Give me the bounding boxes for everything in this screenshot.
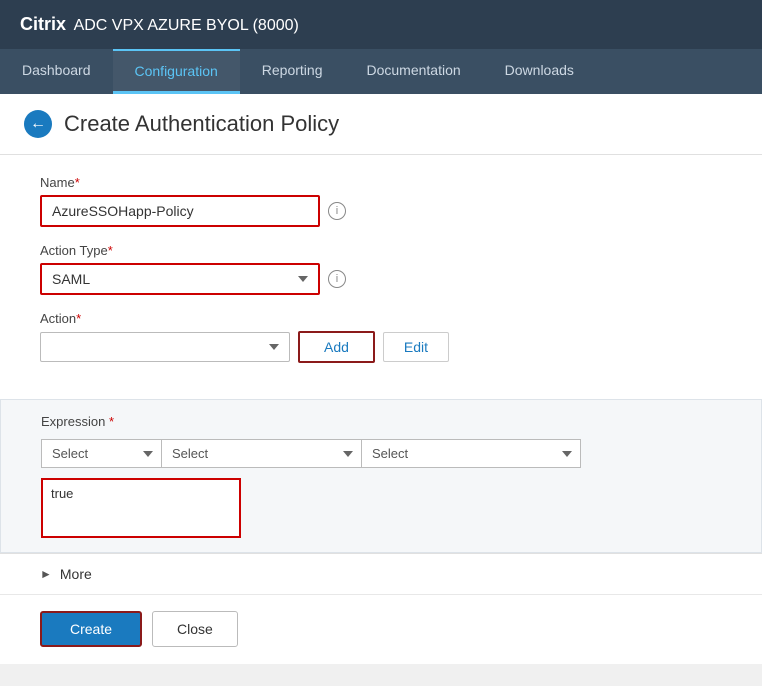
nav-reporting[interactable]: Reporting bbox=[240, 49, 345, 94]
close-button[interactable]: Close bbox=[152, 611, 238, 647]
create-button[interactable]: Create bbox=[40, 611, 142, 647]
page-title: Create Authentication Policy bbox=[64, 111, 339, 137]
expression-textarea[interactable]: true bbox=[41, 478, 241, 538]
name-group: Name* i bbox=[40, 175, 722, 227]
expression-select-row: Select Select Select bbox=[41, 439, 721, 468]
action-select[interactable] bbox=[40, 332, 290, 362]
name-label: Name* bbox=[40, 175, 722, 190]
brand: Citrix ADC VPX AZURE BYOL (8000) bbox=[20, 14, 299, 35]
content-area: ← Create Authentication Policy Name* i A… bbox=[0, 94, 762, 664]
more-arrow-icon: ► bbox=[40, 567, 52, 581]
add-button[interactable]: Add bbox=[298, 331, 375, 363]
page-header: ← Create Authentication Policy bbox=[0, 94, 762, 155]
action-type-select[interactable]: SAML bbox=[40, 263, 320, 295]
expression-section: Expression * Select Select Select true bbox=[0, 399, 762, 553]
more-toggle[interactable]: ► More bbox=[40, 566, 722, 582]
back-button[interactable]: ← bbox=[24, 110, 52, 138]
action-input-row: Add Edit bbox=[40, 331, 722, 363]
name-input-row: i bbox=[40, 195, 722, 227]
navigation: Dashboard Configuration Reporting Docume… bbox=[0, 49, 762, 94]
action-label: Action* bbox=[40, 311, 722, 326]
expression-select-3[interactable]: Select bbox=[361, 439, 581, 468]
expression-label: Expression * bbox=[41, 414, 721, 429]
name-info-icon[interactable]: i bbox=[328, 202, 346, 220]
name-input[interactable] bbox=[40, 195, 320, 227]
action-group: Action* Add Edit bbox=[40, 311, 722, 363]
expression-select-2[interactable]: Select bbox=[161, 439, 361, 468]
more-section: ► More bbox=[0, 553, 762, 594]
edit-button[interactable]: Edit bbox=[383, 332, 449, 362]
brand-citrix: Citrix bbox=[20, 14, 66, 34]
nav-dashboard[interactable]: Dashboard bbox=[0, 49, 113, 94]
brand-product: ADC VPX AZURE BYOL (8000) bbox=[70, 17, 299, 34]
action-type-input-row: SAML i bbox=[40, 263, 722, 295]
header: Citrix ADC VPX AZURE BYOL (8000) bbox=[0, 0, 762, 49]
nav-downloads[interactable]: Downloads bbox=[483, 49, 596, 94]
footer-buttons: Create Close bbox=[0, 594, 762, 663]
form-area: Name* i Action Type* SAML i Action* bbox=[0, 155, 762, 399]
nav-configuration[interactable]: Configuration bbox=[113, 49, 240, 94]
expression-select-1[interactable]: Select bbox=[41, 439, 161, 468]
nav-documentation[interactable]: Documentation bbox=[344, 49, 482, 94]
action-type-info-icon[interactable]: i bbox=[328, 270, 346, 288]
action-type-group: Action Type* SAML i bbox=[40, 243, 722, 295]
more-label: More bbox=[60, 566, 92, 582]
action-type-label: Action Type* bbox=[40, 243, 722, 258]
